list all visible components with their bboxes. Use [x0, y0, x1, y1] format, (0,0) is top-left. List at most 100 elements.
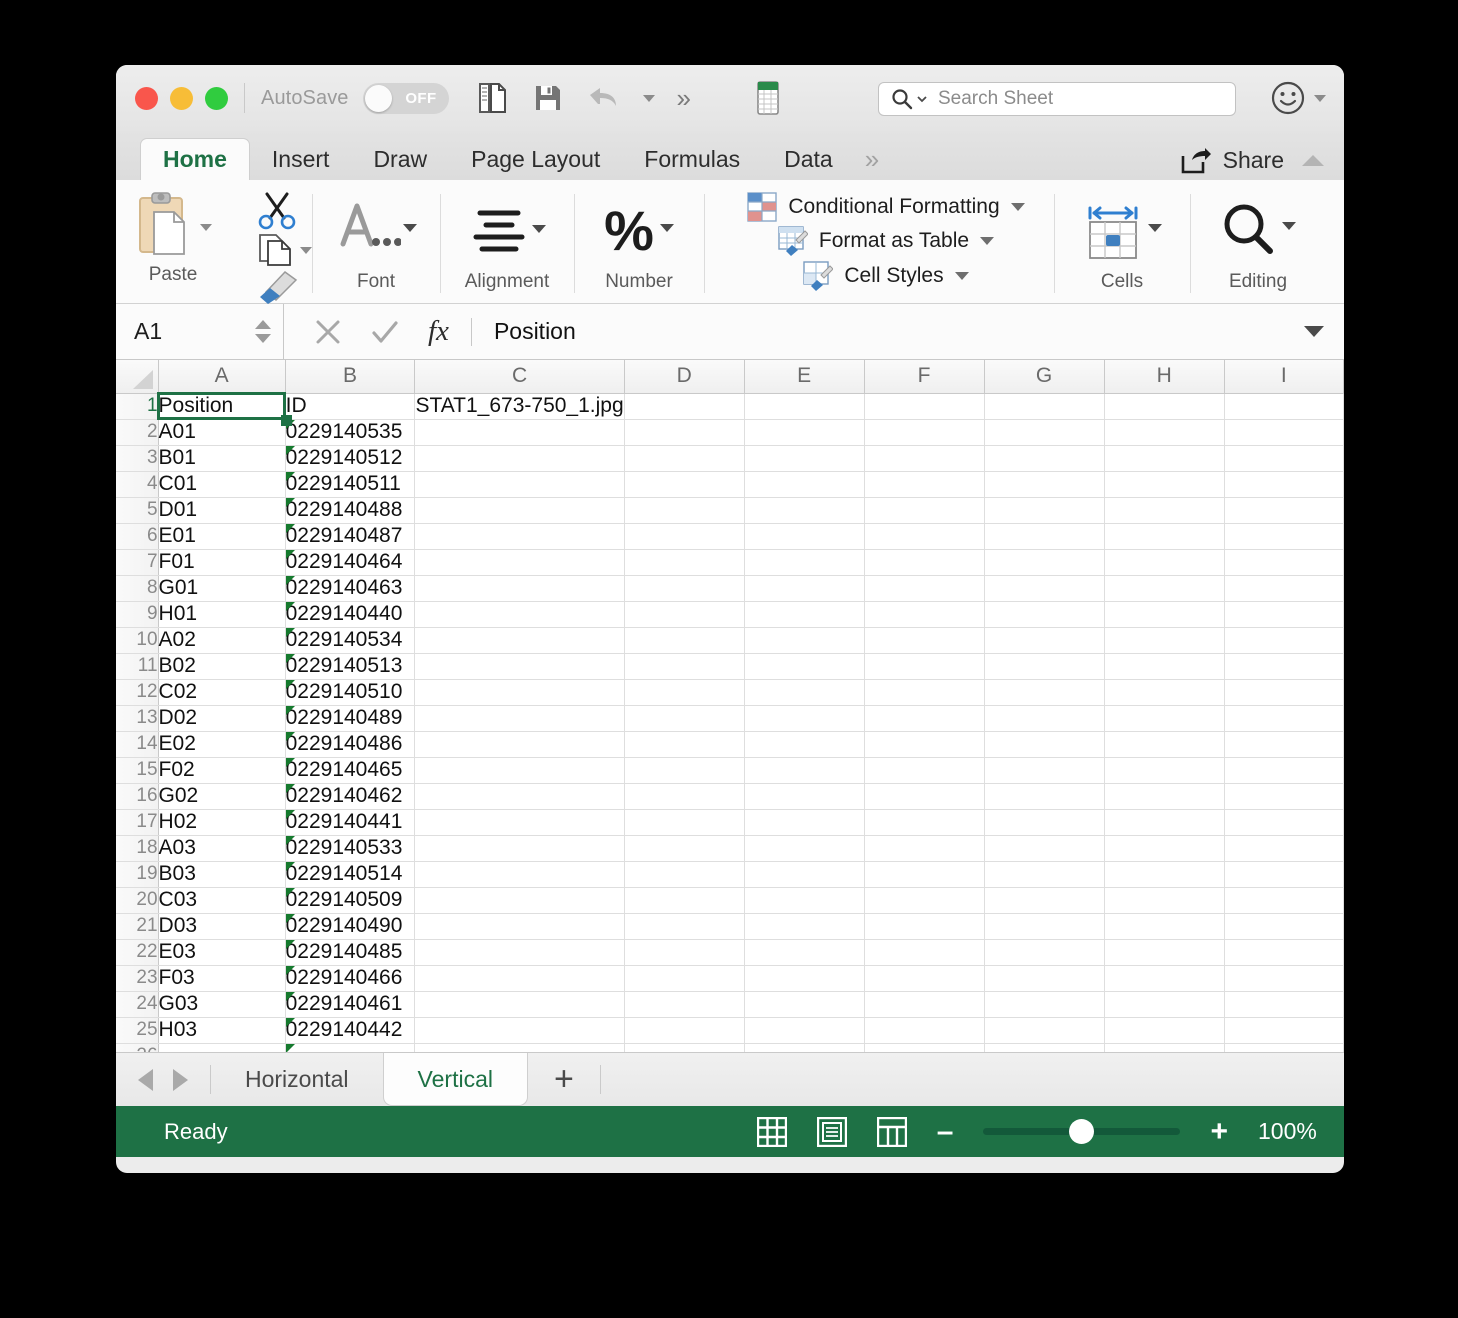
cell-F6[interactable]	[864, 523, 985, 550]
cell-I5[interactable]	[1224, 497, 1344, 524]
cell-F11[interactable]	[864, 653, 985, 680]
row-header-13[interactable]: 13	[116, 705, 159, 732]
next-sheet-icon[interactable]	[173, 1068, 188, 1091]
row-header-24[interactable]: 24	[116, 991, 159, 1018]
more-commands-icon[interactable]: »	[677, 85, 691, 111]
cell-F24[interactable]	[864, 991, 985, 1018]
name-box-spinner[interactable]	[255, 320, 271, 343]
cell-F10[interactable]	[864, 627, 985, 654]
cell-G17[interactable]	[984, 809, 1105, 836]
cell-E18[interactable]	[744, 835, 865, 862]
row-header-6[interactable]: 6	[116, 523, 159, 550]
cell-F14[interactable]	[864, 731, 985, 758]
tab-home[interactable]: Home	[140, 138, 250, 180]
search-sheet-input[interactable]: Search Sheet	[878, 82, 1236, 116]
cell-D4[interactable]	[624, 471, 745, 498]
row-header-19[interactable]: 19	[116, 861, 159, 888]
cell-C20[interactable]	[414, 887, 625, 914]
cell-B22[interactable]: 0229140485	[285, 939, 416, 966]
cell-B2[interactable]: 0229140535	[285, 419, 416, 446]
cell-H14[interactable]	[1104, 731, 1225, 758]
cell-A26[interactable]	[158, 1043, 286, 1052]
cell-G10[interactable]	[984, 627, 1105, 654]
row-header-14[interactable]: 14	[116, 731, 159, 758]
account-menu[interactable]	[1271, 81, 1326, 115]
cell-I6[interactable]	[1224, 523, 1344, 550]
cell-G6[interactable]	[984, 523, 1105, 550]
cell-E5[interactable]	[744, 497, 865, 524]
cell-I12[interactable]	[1224, 679, 1344, 706]
cell-G13[interactable]	[984, 705, 1105, 732]
zoom-out-button[interactable]: –	[937, 1116, 954, 1147]
cell-G5[interactable]	[984, 497, 1105, 524]
normal-view-icon[interactable]	[756, 1116, 787, 1147]
cell-B26[interactable]	[285, 1043, 416, 1052]
cell-B7[interactable]: 0229140464	[285, 549, 416, 576]
cell-E17[interactable]	[744, 809, 865, 836]
cell-A5[interactable]: D01	[158, 497, 286, 524]
cell-C10[interactable]	[414, 627, 625, 654]
cell-H5[interactable]	[1104, 497, 1225, 524]
cell-A2[interactable]: A01	[158, 419, 286, 446]
cell-A16[interactable]: G02	[158, 783, 286, 810]
row-header-23[interactable]: 23	[116, 965, 159, 992]
cell-H15[interactable]	[1104, 757, 1225, 784]
cell-H24[interactable]	[1104, 991, 1225, 1018]
cell-I1[interactable]	[1224, 393, 1344, 420]
cell-D8[interactable]	[624, 575, 745, 602]
cell-A24[interactable]: G03	[158, 991, 286, 1018]
cell-F19[interactable]	[864, 861, 985, 888]
editing-dropdown-caret[interactable]	[1282, 221, 1296, 230]
column-header-c[interactable]: C	[414, 360, 625, 394]
cell-G21[interactable]	[984, 913, 1105, 940]
cell-H13[interactable]	[1104, 705, 1225, 732]
cell-D9[interactable]	[624, 601, 745, 628]
cell-H16[interactable]	[1104, 783, 1225, 810]
font-dropdown-caret[interactable]	[403, 223, 417, 232]
cell-D1[interactable]	[624, 393, 745, 420]
cell-C3[interactable]	[414, 445, 625, 472]
zoom-level-label[interactable]: 100%	[1258, 1118, 1326, 1145]
cell-D25[interactable]	[624, 1017, 745, 1044]
cells-dropdown-caret[interactable]	[1148, 223, 1162, 232]
cell-D14[interactable]	[624, 731, 745, 758]
cell-G23[interactable]	[984, 965, 1105, 992]
cell-B25[interactable]: 0229140442	[285, 1017, 416, 1044]
row-header-2[interactable]: 2	[116, 419, 159, 446]
cell-B1[interactable]: ID	[285, 393, 416, 420]
cell-F13[interactable]	[864, 705, 985, 732]
cell-F26[interactable]	[864, 1043, 985, 1052]
copy-dropdown-caret[interactable]	[300, 246, 312, 254]
cell-C17[interactable]	[414, 809, 625, 836]
close-button[interactable]	[135, 86, 158, 110]
save-icon[interactable]	[531, 81, 565, 115]
row-header-10[interactable]: 10	[116, 627, 159, 654]
cell-C21[interactable]	[414, 913, 625, 940]
cell-G22[interactable]	[984, 939, 1105, 966]
cell-F22[interactable]	[864, 939, 985, 966]
cell-E25[interactable]	[744, 1017, 865, 1044]
cell-E21[interactable]	[744, 913, 865, 940]
cell-H12[interactable]	[1104, 679, 1225, 706]
cell-H17[interactable]	[1104, 809, 1225, 836]
cell-I15[interactable]	[1224, 757, 1344, 784]
cell-E11[interactable]	[744, 653, 865, 680]
cell-F9[interactable]	[864, 601, 985, 628]
cell-I4[interactable]	[1224, 471, 1344, 498]
cell-E8[interactable]	[744, 575, 865, 602]
cell-E9[interactable]	[744, 601, 865, 628]
tab-overflow-icon[interactable]: »	[855, 138, 889, 180]
cell-B12[interactable]: 0229140510	[285, 679, 416, 706]
page-layout-view-icon[interactable]	[816, 1116, 847, 1147]
row-header-25[interactable]: 25	[116, 1017, 159, 1044]
cell-I20[interactable]	[1224, 887, 1344, 914]
cell-G1[interactable]	[984, 393, 1105, 420]
tab-data[interactable]: Data	[762, 138, 855, 180]
cell-G24[interactable]	[984, 991, 1105, 1018]
cell-D6[interactable]	[624, 523, 745, 550]
select-all-corner[interactable]	[116, 360, 159, 394]
cell-F5[interactable]	[864, 497, 985, 524]
spreadsheet-grid[interactable]: ABCDEFGHI 1 Position ID STAT1_673-750_1.jpg…	[116, 360, 1344, 1052]
tab-page-layout[interactable]: Page Layout	[449, 138, 622, 180]
row-header-26[interactable]: 26	[116, 1043, 159, 1052]
